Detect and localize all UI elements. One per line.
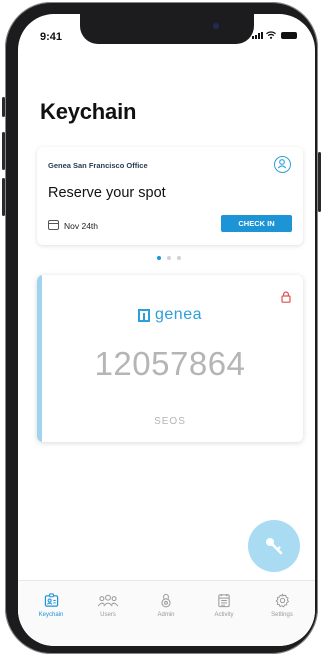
signal-icon (252, 31, 263, 39)
card-technology: SEOS (154, 416, 186, 427)
key-fab-button[interactable] (248, 520, 300, 572)
tab-users-label: Users (100, 612, 116, 618)
genea-logo-icon (138, 308, 150, 322)
volume-down-button (2, 178, 5, 216)
user-icon[interactable] (274, 156, 291, 173)
reservation-date: Nov 24th (64, 221, 99, 231)
tab-keychain[interactable]: Keychain (23, 593, 79, 618)
key-icon (266, 538, 283, 555)
reservation-card[interactable]: Genea San Francisco Office Reserve your … (37, 147, 303, 245)
battery-icon (281, 31, 297, 39)
status-time: 9:41 (40, 31, 63, 43)
status-icons (252, 31, 297, 39)
tab-admin[interactable]: Admin (138, 593, 194, 618)
tab-bar: Keychain Users Admin Activity Settings (18, 580, 315, 646)
screen: 9:41 Keychain Genea San Francisco Office… (18, 14, 315, 646)
volume-up-button (2, 132, 5, 170)
card-number: 12057864 (94, 345, 246, 382)
activity-icon (218, 593, 230, 608)
gear-icon (275, 593, 289, 608)
wifi-icon (266, 31, 276, 39)
genea-logo: Genea (37, 306, 303, 324)
page-indicator[interactable] (157, 256, 181, 260)
badge-icon (44, 593, 58, 607)
tab-settings[interactable]: Settings (254, 593, 310, 618)
calendar-icon (48, 220, 59, 230)
page-title: Keychain (40, 99, 137, 124)
reserve-heading: Reserve your spot (48, 185, 166, 201)
check-in-button[interactable]: CHECK IN (221, 215, 292, 232)
page-dot[interactable] (157, 256, 161, 260)
mute-switch (2, 97, 5, 117)
tab-activity-label: Activity (214, 612, 234, 618)
genea-logo-text: Genea (155, 306, 202, 323)
tab-keychain-label: Keychain (38, 612, 64, 618)
camera (213, 23, 219, 29)
admin-icon (161, 593, 171, 608)
users-icon (97, 594, 119, 607)
notch (80, 14, 254, 44)
tab-users[interactable]: Users (80, 593, 136, 618)
tab-admin-label: Admin (157, 612, 175, 618)
tab-activity[interactable]: Activity (196, 593, 252, 618)
page-dot[interactable] (167, 256, 171, 260)
page-dot[interactable] (177, 256, 181, 260)
power-button (318, 152, 321, 212)
lock-icon (281, 291, 291, 303)
phone-frame: 9:41 Keychain Genea San Francisco Office… (2, 2, 321, 654)
tab-settings-label: Settings (271, 612, 293, 618)
office-name: Genea San Francisco Office (48, 161, 148, 170)
access-card[interactable]: Genea 12057864 SEOS (37, 275, 303, 442)
